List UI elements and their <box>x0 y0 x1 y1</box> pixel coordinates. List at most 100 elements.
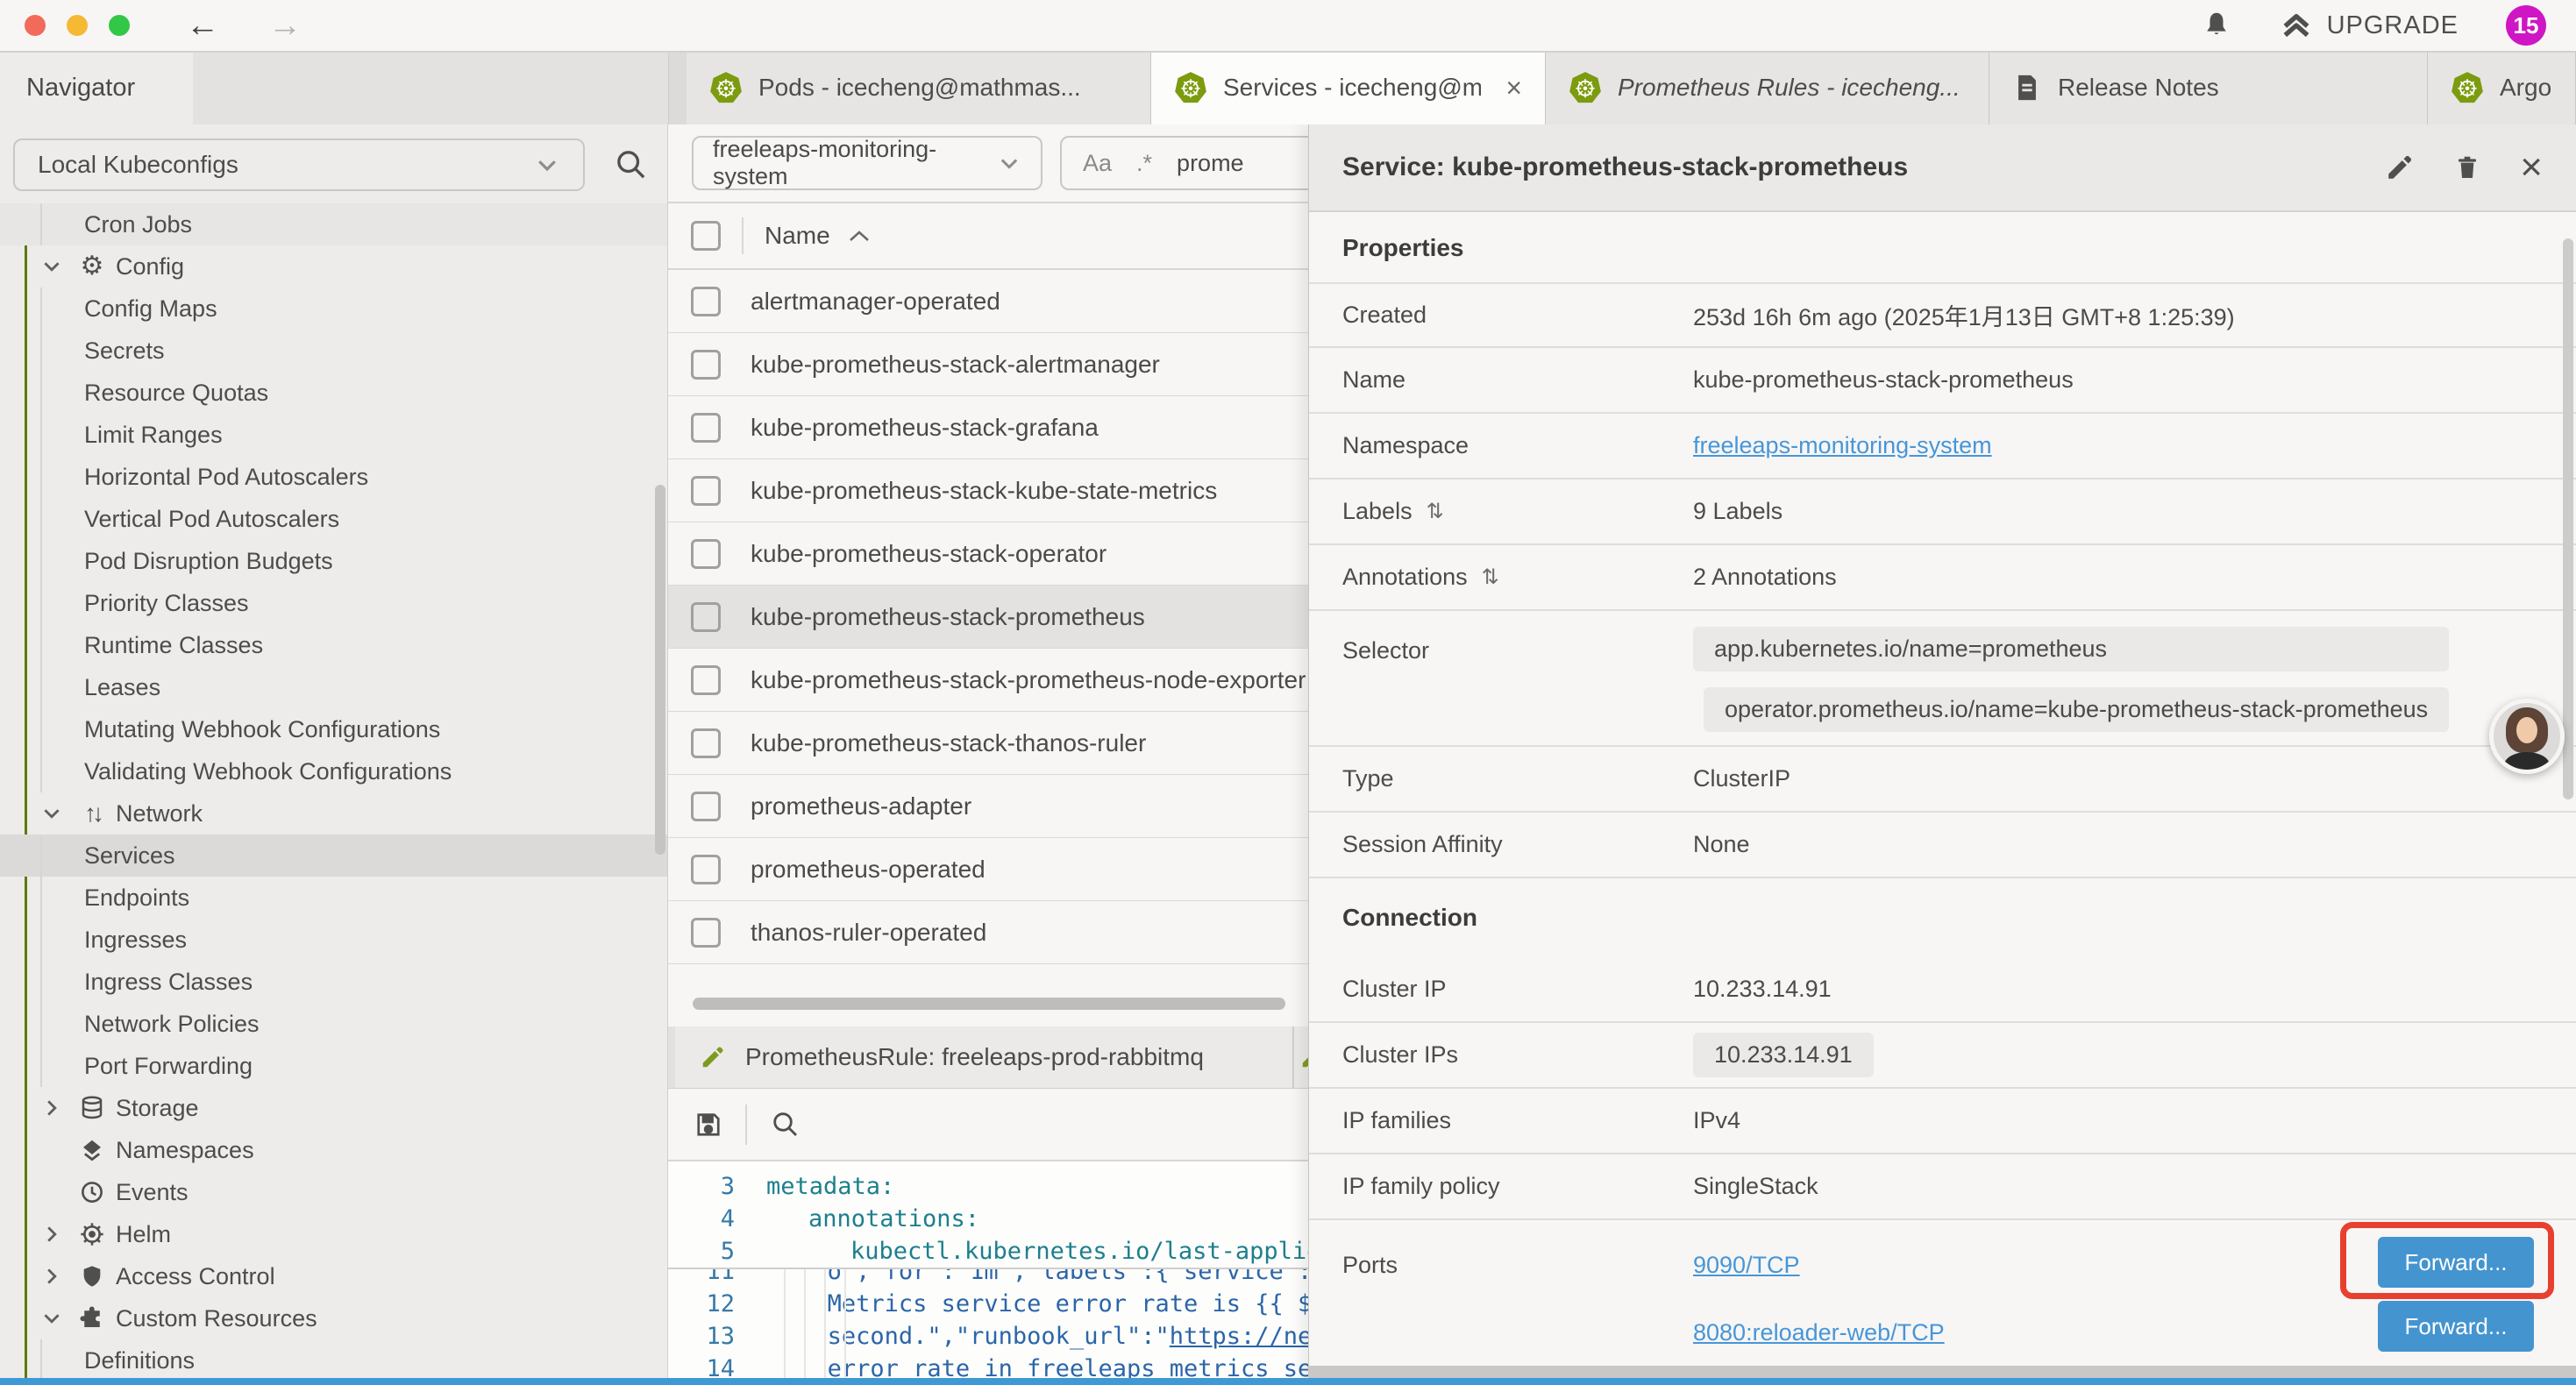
sidebar-item-pod-disruption-budgets[interactable]: Pod Disruption Budgets <box>0 540 667 582</box>
port-link[interactable]: 8080:reloader-web/TCP <box>1693 1319 1945 1346</box>
row-checkbox[interactable] <box>691 413 721 443</box>
sidebar-item-custom-resources[interactable]: Custom Resources <box>0 1297 667 1339</box>
selector-chip[interactable]: app.kubernetes.io/name=prometheus <box>1693 627 2449 671</box>
minimize-window-button[interactable] <box>67 15 88 36</box>
table-row[interactable]: kube-prometheus-stack-operator <box>668 522 1308 586</box>
notifications-bell-icon[interactable] <box>2201 10 2232 41</box>
editor-tab-partial[interactable] <box>1293 1026 1308 1088</box>
table-row[interactable]: kube-prometheus-stack-alertmanager <box>668 333 1308 396</box>
regex-toggle[interactable]: .* <box>1136 150 1152 177</box>
namespace-filter-select[interactable]: freeleaps-monitoring-system <box>692 136 1042 190</box>
chevron-down-icon[interactable] <box>40 1307 72 1330</box>
kubeconfig-selector[interactable]: Local Kubeconfigs <box>13 138 585 191</box>
tab-argo[interactable]: Argo Se <box>2428 51 2576 124</box>
sidebar-item-runtime-classes[interactable]: Runtime Classes <box>0 624 667 666</box>
row-checkbox[interactable] <box>691 287 721 316</box>
upgrade-button[interactable]: UPGRADE <box>2280 9 2459 42</box>
sidebar-item-limit-ranges[interactable]: Limit Ranges <box>0 414 667 456</box>
match-case-toggle[interactable]: Aa <box>1083 150 1112 177</box>
selector-chip[interactable]: operator.prometheus.io/name=kube-prometh… <box>1704 687 2449 732</box>
tab-pods[interactable]: Pods - icecheng@mathmas... <box>687 51 1151 124</box>
table-row[interactable]: thanos-ruler-operated <box>668 901 1308 964</box>
editor-tab[interactable]: PrometheusRule: freeleaps-prod-rabbitmq <box>675 1026 1293 1088</box>
row-checkbox[interactable] <box>691 350 721 380</box>
sidebar-item-config[interactable]: ⚙Config <box>0 245 667 288</box>
row-checkbox[interactable] <box>691 792 721 821</box>
back-button[interactable]: ← <box>186 9 219 42</box>
sidebar-item-helm[interactable]: Helm <box>0 1213 667 1255</box>
sort-toggle-icon[interactable]: ⇅ <box>1427 499 1444 524</box>
tab-release[interactable]: Release Notes <box>1989 51 2428 124</box>
labels-value[interactable]: 9 Labels <box>1693 498 1783 525</box>
sidebar-item-network[interactable]: ↑↓Network <box>0 792 667 835</box>
select-all-checkbox[interactable] <box>691 221 721 251</box>
tab-close-icon[interactable]: × <box>1497 72 1522 104</box>
port-link[interactable]: 9090/TCP <box>1693 1252 1945 1279</box>
row-checkbox[interactable] <box>691 602 721 632</box>
forward-button[interactable]: Forward... <box>2378 1301 2534 1352</box>
table-row[interactable]: kube-prometheus-stack-prometheus-node-ex… <box>668 649 1308 712</box>
editor-search-icon[interactable] <box>770 1109 801 1140</box>
sidebar-item-services[interactable]: Services <box>0 835 667 877</box>
tab-prometheus[interactable]: Prometheus Rules - icecheng... <box>1546 51 1989 124</box>
namespace-link[interactable]: freeleaps-monitoring-system <box>1693 432 1992 459</box>
delete-trash-icon[interactable] <box>2453 153 2481 181</box>
sidebar-item-cron-jobs[interactable]: Cron Jobs <box>0 203 667 245</box>
list-search-input[interactable]: Aa .* prome <box>1060 136 1308 190</box>
row-checkbox[interactable] <box>691 728 721 758</box>
sidebar-item-definitions[interactable]: Definitions <box>0 1339 667 1381</box>
sidebar-item-resource-quotas[interactable]: Resource Quotas <box>0 372 667 414</box>
sidebar-item-validating-webhook-configurations[interactable]: Validating Webhook Configurations <box>0 750 667 792</box>
row-checkbox[interactable] <box>691 539 721 569</box>
table-row[interactable]: kube-prometheus-stack-prometheus <box>668 586 1308 649</box>
sidebar-item-secrets[interactable]: Secrets <box>0 330 667 372</box>
user-avatar[interactable] <box>2489 699 2565 774</box>
sidebar-item-ingresses[interactable]: Ingresses <box>0 919 667 961</box>
close-window-button[interactable] <box>25 15 46 36</box>
forward-button[interactable]: → <box>268 9 302 42</box>
chevron-down-icon[interactable] <box>40 802 72 825</box>
sidebar-item-namespaces[interactable]: Namespaces <box>0 1129 667 1171</box>
row-checkbox[interactable] <box>691 855 721 884</box>
table-row[interactable]: prometheus-adapter <box>668 775 1308 838</box>
chevron-right-icon[interactable] <box>40 1223 72 1246</box>
sidebar-item-endpoints[interactable]: Endpoints <box>0 877 667 919</box>
sidebar-item-config-maps[interactable]: Config Maps <box>0 288 667 330</box>
table-row[interactable]: kube-prometheus-stack-kube-state-metrics <box>668 459 1308 522</box>
notification-count-badge[interactable]: 15 <box>2506 5 2546 46</box>
sidebar-item-port-forwarding[interactable]: Port Forwarding <box>0 1045 667 1087</box>
row-checkbox[interactable] <box>691 476 721 506</box>
table-row[interactable]: kube-prometheus-stack-grafana <box>668 396 1308 459</box>
chevron-right-icon[interactable] <box>40 1097 72 1119</box>
table-row[interactable]: alertmanager-operated <box>668 270 1308 333</box>
yaml-editor[interactable]: 3metadata:4annotations:5kubectl.kubernet… <box>668 1161 1308 1385</box>
close-icon[interactable]: × <box>2520 148 2543 187</box>
row-checkbox[interactable] <box>691 665 721 695</box>
sort-toggle-icon[interactable]: ⇅ <box>1482 565 1499 590</box>
horizontal-scrollbar[interactable] <box>693 998 1285 1010</box>
drawer-horizontal-scrollbar[interactable] <box>1309 1366 2576 1378</box>
row-checkbox[interactable] <box>691 918 721 948</box>
chevron-down-icon[interactable] <box>40 255 72 278</box>
sidebar-item-horizontal-pod-autoscalers[interactable]: Horizontal Pod Autoscalers <box>0 456 667 498</box>
sidebar-item-priority-classes[interactable]: Priority Classes <box>0 582 667 624</box>
table-row[interactable]: prometheus-operated <box>668 838 1308 901</box>
sidebar-item-access-control[interactable]: Access Control <box>0 1255 667 1297</box>
sidebar-item-storage[interactable]: Storage <box>0 1087 667 1129</box>
annotations-value[interactable]: 2 Annotations <box>1693 564 1837 591</box>
chevron-right-icon[interactable] <box>40 1265 72 1288</box>
sidebar-scrollbar[interactable] <box>655 485 665 855</box>
sidebar-item-vertical-pod-autoscalers[interactable]: Vertical Pod Autoscalers <box>0 498 667 540</box>
drawer-scrollbar[interactable] <box>2563 238 2573 799</box>
sidebar-item-leases[interactable]: Leases <box>0 666 667 708</box>
table-row[interactable]: kube-prometheus-stack-thanos-ruler <box>668 712 1308 775</box>
sidebar-item-mutating-webhook-configurations[interactable]: Mutating Webhook Configurations <box>0 708 667 750</box>
tab-services[interactable]: Services - icecheng@math...× <box>1151 51 1546 124</box>
name-column-header[interactable]: Name <box>765 222 871 250</box>
sidebar-search-icon[interactable] <box>614 147 649 182</box>
sidebar-item-events[interactable]: Events <box>0 1171 667 1213</box>
sidebar-item-ingress-classes[interactable]: Ingress Classes <box>0 961 667 1003</box>
save-icon[interactable] <box>693 1109 724 1140</box>
code-link[interactable]: https://net <box>1170 1323 1308 1350</box>
navigator-tab[interactable]: Navigator <box>0 51 193 124</box>
